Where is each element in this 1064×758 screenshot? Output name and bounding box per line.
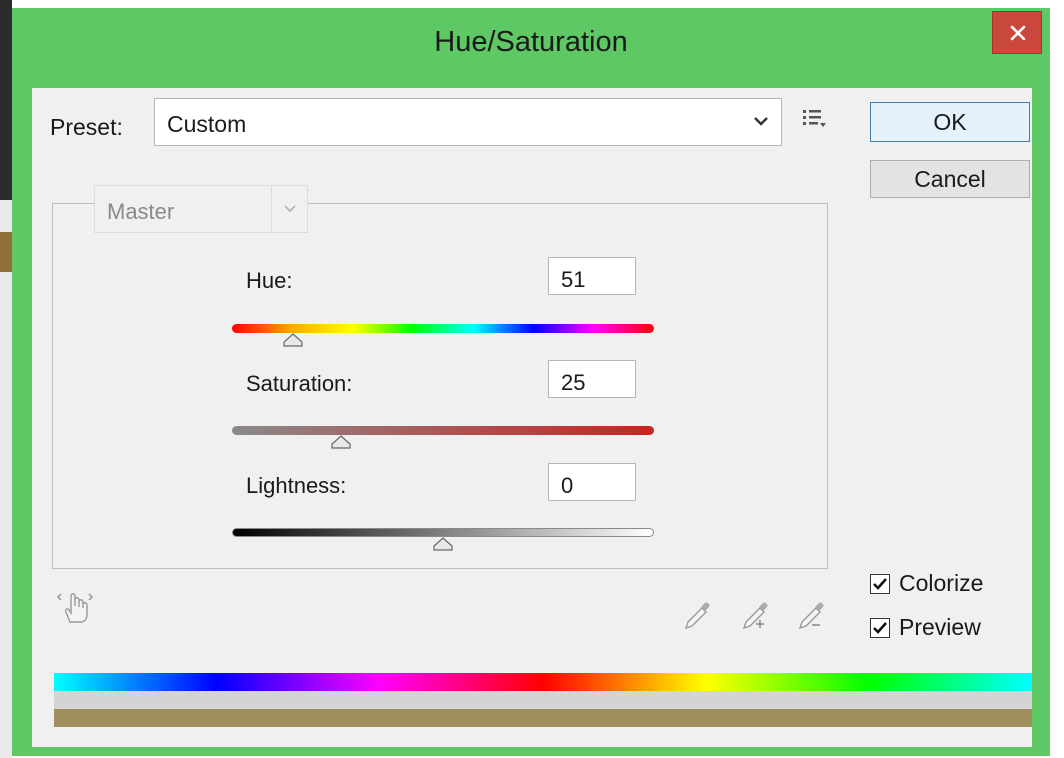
background-dark-area bbox=[0, 0, 12, 200]
hue-input[interactable]: 51 bbox=[548, 257, 636, 295]
background-window-edge bbox=[0, 0, 12, 758]
hue-slider-thumb[interactable] bbox=[282, 333, 304, 347]
lightness-slider-thumb[interactable] bbox=[432, 537, 454, 551]
lightness-slider-track[interactable] bbox=[232, 528, 654, 537]
channel-dropdown[interactable]: Master bbox=[94, 185, 308, 233]
lightness-label: Lightness: bbox=[246, 473, 347, 498]
saturation-slider-thumb[interactable] bbox=[330, 435, 352, 449]
eyedropper-minus-icon[interactable] bbox=[796, 598, 828, 632]
preview-label: Preview bbox=[899, 614, 981, 640]
checkmark-icon bbox=[873, 578, 887, 590]
eyedropper-icon[interactable] bbox=[682, 598, 714, 632]
preset-options-icon[interactable] bbox=[802, 108, 828, 130]
preset-dropdown[interactable]: Custom bbox=[154, 98, 782, 146]
hue-label: Hue: bbox=[246, 268, 293, 293]
preset-value: Custom bbox=[167, 111, 247, 137]
colorize-label: Colorize bbox=[899, 570, 984, 596]
preview-checkbox[interactable] bbox=[870, 618, 890, 638]
cancel-button[interactable]: Cancel bbox=[870, 160, 1030, 198]
hue-slider-track[interactable] bbox=[232, 324, 654, 333]
background-brown-area bbox=[0, 232, 12, 272]
dialog-body: Preset: Custom OK Cancel Master Hue: 51 … bbox=[32, 88, 1032, 747]
saturation-label: Saturation: bbox=[246, 371, 353, 396]
hand-adjust-icon[interactable] bbox=[56, 588, 96, 628]
title-bar[interactable]: Hue/Saturation bbox=[12, 8, 1050, 88]
lightness-input[interactable]: 0 bbox=[548, 463, 636, 501]
eyedropper-plus-icon[interactable] bbox=[740, 598, 772, 632]
saturation-input[interactable]: 25 bbox=[548, 360, 636, 398]
channel-chevron bbox=[271, 186, 309, 232]
ok-button[interactable]: OK bbox=[870, 102, 1030, 142]
hue-saturation-dialog: Hue/Saturation Preset: Custom OK Cancel bbox=[12, 8, 1050, 756]
close-button[interactable] bbox=[992, 11, 1042, 54]
chevron-down-icon bbox=[754, 117, 768, 126]
preset-label: Preset: bbox=[50, 114, 123, 140]
colorize-checkbox[interactable] bbox=[870, 574, 890, 594]
output-color-bar bbox=[54, 709, 1032, 727]
checkmark-icon bbox=[873, 622, 887, 634]
channel-value: Master bbox=[107, 199, 175, 224]
chevron-down-icon bbox=[284, 205, 296, 213]
dialog-title: Hue/Saturation bbox=[434, 26, 628, 58]
saturation-slider-track[interactable] bbox=[232, 426, 654, 435]
color-range-bar bbox=[54, 691, 1032, 709]
adjustment-group bbox=[52, 203, 828, 569]
close-icon bbox=[1010, 25, 1026, 41]
input-color-spectrum-bar bbox=[54, 673, 1032, 691]
